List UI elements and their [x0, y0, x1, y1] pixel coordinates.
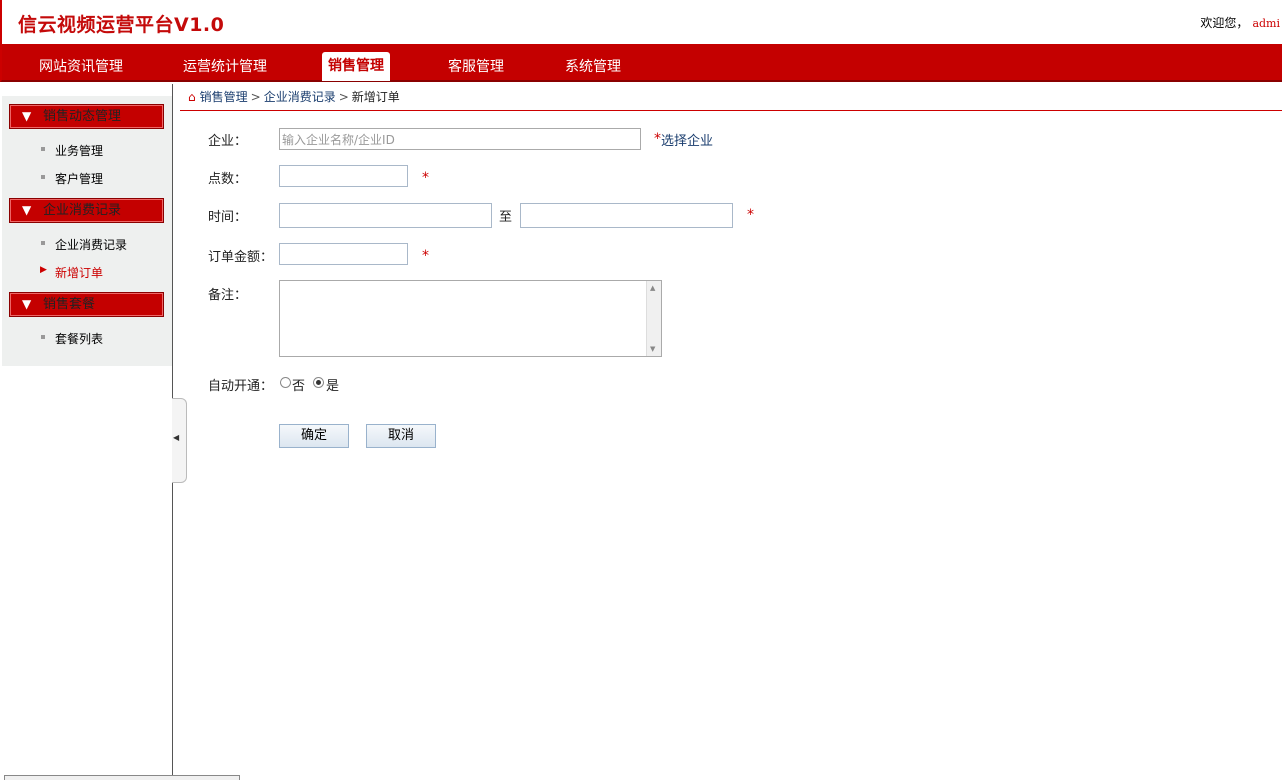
bullet-icon: [41, 175, 45, 179]
sidebar: ▼ 销售动态管理 业务管理 客户管理 ▼ 企业消费记录 企业消费记录 ▶ 新增订…: [2, 96, 172, 366]
scroll-down-icon[interactable]: ▼: [650, 345, 655, 353]
sidebar-group-packages[interactable]: ▼ 销售套餐: [9, 292, 164, 317]
breadcrumb-sales[interactable]: 销售管理: [200, 90, 248, 104]
company-input[interactable]: 输入企业名称/企业ID: [279, 128, 641, 150]
start-time-input[interactable]: [279, 203, 492, 228]
collapse-triangle-icon: ▼: [22, 297, 32, 311]
breadcrumb-separator-icon: >: [250, 90, 261, 104]
time-to-text: 至: [499, 210, 513, 225]
required-mark: *: [654, 131, 661, 147]
remark-label: 备注：: [208, 288, 248, 303]
breadcrumb-current: 新增订单: [351, 90, 400, 104]
amount-input[interactable]: [279, 243, 408, 265]
sidebar-group-label: 销售套餐: [43, 297, 96, 312]
bullet-icon: [41, 241, 45, 245]
current-arrow-icon: ▶: [40, 265, 47, 275]
sidebar-item-business[interactable]: 业务管理: [55, 142, 103, 159]
welcome-text: 欢迎您， admi: [1200, 14, 1280, 31]
header: 信云视频运营平台V1.0 欢迎您， admi: [0, 0, 1282, 44]
company-placeholder: 输入企业名称/企业ID: [282, 133, 395, 147]
bullet-icon: [41, 147, 45, 151]
nav-tab-news[interactable]: 网站资讯管理: [39, 53, 123, 82]
cancel-button[interactable]: 取消: [366, 424, 436, 448]
radio-yes[interactable]: [313, 377, 324, 388]
sidebar-group-consumption[interactable]: ▼ 企业消费记录: [9, 198, 164, 223]
amount-label: 订单金额：: [208, 250, 274, 265]
radio-no[interactable]: [280, 377, 291, 388]
choose-company-link[interactable]: 选择企业: [661, 130, 713, 149]
sidebar-collapse-handle[interactable]: ◀: [172, 398, 187, 483]
sidebar-item-customers[interactable]: 客户管理: [55, 170, 103, 187]
required-mark: *: [422, 248, 429, 264]
remark-textarea[interactable]: ▲ ▼: [279, 280, 662, 357]
breadcrumb-consumption[interactable]: 企业消费记录: [264, 90, 336, 104]
required-mark: *: [422, 170, 429, 186]
welcome-label: 欢迎您，: [1200, 16, 1249, 30]
sidebar-group-sales-dynamics[interactable]: ▼ 销售动态管理: [9, 104, 164, 129]
nav-tab-stats[interactable]: 运营统计管理: [183, 53, 267, 82]
app-title: 信云视频运营平台V1.0: [18, 14, 225, 36]
required-mark: *: [747, 207, 754, 223]
confirm-button[interactable]: 确定: [279, 424, 349, 448]
collapse-triangle-icon: ▼: [22, 109, 32, 123]
breadcrumb-separator-icon: >: [338, 90, 349, 104]
sidebar-group-label: 企业消费记录: [43, 203, 122, 218]
radio-yes-label[interactable]: 是: [326, 375, 339, 394]
scroll-up-icon[interactable]: ▲: [650, 284, 655, 292]
auto-open-label: 自动开通：: [208, 379, 274, 394]
sidebar-item-new-order[interactable]: 新增订单: [55, 264, 103, 281]
home-icon[interactable]: ⌂: [188, 90, 196, 104]
nav-tab-system[interactable]: 系统管理: [565, 53, 621, 82]
main-nav: 网站资讯管理 运营统计管理 销售管理 客服管理 系统管理: [0, 44, 1282, 82]
time-label: 时间：: [208, 210, 248, 225]
current-user-link[interactable]: admi: [1252, 17, 1280, 30]
radio-no-label[interactable]: 否: [292, 375, 305, 394]
breadcrumb-underline: [180, 110, 1282, 111]
horizontal-scrollbar[interactable]: [4, 775, 240, 780]
collapse-triangle-icon: ▼: [22, 203, 32, 217]
nav-tab-sales[interactable]: 销售管理: [322, 52, 390, 81]
textarea-scrollbar[interactable]: ▲ ▼: [646, 281, 661, 356]
collapse-left-icon: ◀: [173, 433, 180, 442]
bullet-icon: [41, 335, 45, 339]
nav-tab-service[interactable]: 客服管理: [448, 53, 504, 82]
end-time-input[interactable]: [520, 203, 733, 228]
points-input[interactable]: [279, 165, 408, 187]
breadcrumb: ⌂ 销售管理 > 企业消费记录 > 新增订单: [188, 88, 400, 105]
company-label: 企业：: [208, 134, 248, 149]
sidebar-item-consumption-records[interactable]: 企业消费记录: [55, 236, 127, 253]
points-label: 点数：: [208, 172, 248, 187]
sidebar-item-package-list[interactable]: 套餐列表: [55, 330, 103, 347]
sidebar-group-label: 销售动态管理: [43, 109, 122, 124]
